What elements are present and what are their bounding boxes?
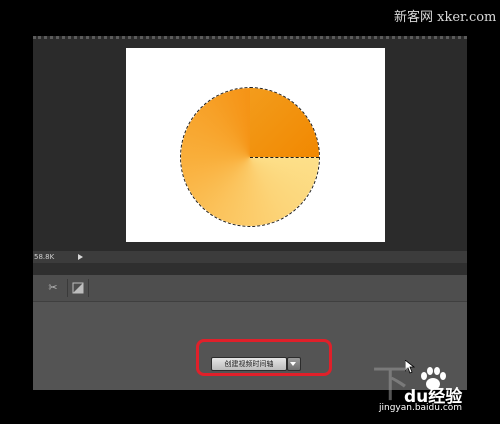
chevron-down-icon (290, 362, 296, 366)
document-canvas[interactable] (126, 48, 385, 242)
watermark-top: 新客网 xker.com (394, 10, 497, 25)
scissors-icon[interactable]: ✂ (45, 280, 61, 296)
selection-edge (250, 157, 319, 158)
status-bar: 58.8K (33, 251, 467, 263)
panel-divider (33, 263, 467, 275)
create-video-timeline-button[interactable]: 创建视频时间轴 (211, 357, 287, 371)
timeline-type-dropdown[interactable] (287, 357, 301, 371)
toolbar-separator (67, 279, 68, 297)
document-size: 58.8K (34, 253, 55, 261)
transition-icon[interactable] (70, 280, 86, 296)
status-menu-arrow-icon[interactable] (78, 254, 83, 260)
watermark-site: jingyan.baidu.com (379, 403, 463, 413)
timeline-toolbar: ✂ (33, 275, 467, 302)
toolbar-separator (88, 279, 89, 297)
